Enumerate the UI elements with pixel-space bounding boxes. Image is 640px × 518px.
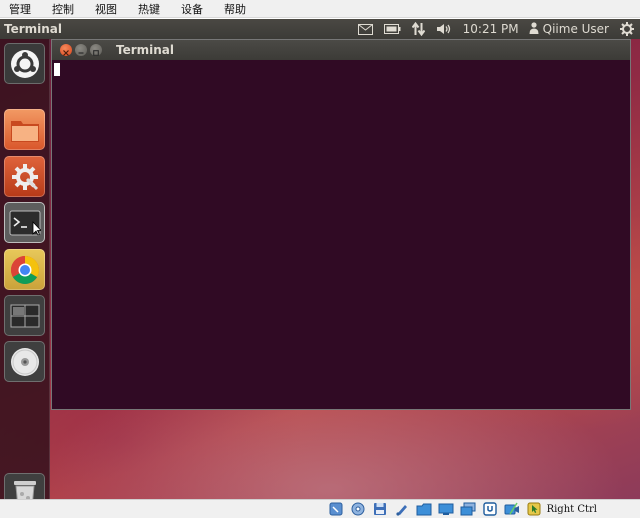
user-icon bbox=[529, 21, 539, 37]
terminal-output-area[interactable] bbox=[52, 60, 630, 409]
trash-icon bbox=[11, 478, 39, 499]
host-key-label: Right Ctrl bbox=[546, 503, 597, 515]
hard-disk-icon[interactable] bbox=[328, 501, 344, 517]
window-close-button[interactable] bbox=[60, 44, 72, 56]
terminal-titlebar[interactable]: Terminal bbox=[52, 40, 630, 60]
shared-folders-icon[interactable] bbox=[438, 501, 454, 517]
launcher-chrome[interactable] bbox=[4, 249, 45, 290]
audio-icon[interactable] bbox=[394, 501, 410, 517]
session-gear-icon[interactable] bbox=[620, 19, 634, 39]
launcher-dvd-drive[interactable] bbox=[4, 341, 45, 382]
workspace-grid-icon bbox=[10, 304, 40, 328]
display-icon[interactable] bbox=[460, 501, 476, 517]
network-transfer-icon[interactable] bbox=[411, 19, 425, 39]
usb-icon[interactable] bbox=[482, 501, 498, 517]
panel-clock[interactable]: 10:21 PM bbox=[463, 22, 519, 36]
disc-icon bbox=[9, 346, 41, 378]
terminal-window: Terminal bbox=[51, 39, 631, 410]
launcher-system-settings[interactable] bbox=[4, 156, 45, 197]
settings-gear-icon bbox=[10, 162, 40, 192]
window-minimize-button[interactable] bbox=[75, 44, 87, 56]
launcher-dash-home[interactable] bbox=[4, 43, 45, 84]
host-menu-manage[interactable]: 管理 bbox=[9, 1, 31, 17]
floppy-icon[interactable] bbox=[372, 501, 388, 517]
launcher-workspace-switcher[interactable] bbox=[4, 295, 45, 336]
close-icon bbox=[63, 41, 69, 60]
terminal-window-title: Terminal bbox=[116, 43, 175, 57]
network-icon[interactable] bbox=[416, 501, 432, 517]
recording-icon[interactable] bbox=[504, 501, 520, 517]
mail-icon[interactable] bbox=[357, 19, 373, 39]
optical-drive-icon[interactable] bbox=[350, 501, 366, 517]
launcher-trash[interactable] bbox=[4, 473, 45, 499]
guest-desktop: Terminal 10:21 PM Qiime User Terminal bbox=[0, 19, 640, 499]
host-statusbar: Right Ctrl bbox=[0, 499, 640, 518]
volume-icon[interactable] bbox=[436, 19, 452, 39]
panel-app-title: Terminal bbox=[4, 22, 63, 36]
battery-icon[interactable] bbox=[383, 19, 401, 39]
user-menu[interactable]: Qiime User bbox=[529, 21, 609, 37]
top-panel: Terminal 10:21 PM Qiime User bbox=[0, 19, 640, 39]
launcher-files[interactable] bbox=[4, 109, 45, 150]
host-menu-devices[interactable]: 设备 bbox=[181, 1, 203, 17]
folder-icon bbox=[10, 117, 40, 143]
terminal-app-icon bbox=[9, 210, 41, 236]
text-cursor bbox=[54, 63, 60, 76]
chrome-icon bbox=[9, 254, 41, 286]
ubuntu-logo-icon bbox=[9, 48, 41, 80]
host-menu-view[interactable]: 视图 bbox=[95, 1, 117, 17]
mouse-integration-icon[interactable] bbox=[526, 501, 542, 517]
unity-launcher bbox=[0, 39, 50, 499]
user-name: Qiime User bbox=[542, 22, 609, 36]
host-menu-help[interactable]: 帮助 bbox=[224, 1, 246, 17]
host-menu-hotkeys[interactable]: 热键 bbox=[138, 1, 160, 17]
maximize-icon bbox=[93, 41, 99, 60]
window-maximize-button[interactable] bbox=[90, 44, 102, 56]
host-menubar: 管理 控制 视图 热键 设备 帮助 bbox=[0, 0, 640, 18]
minimize-icon bbox=[78, 41, 84, 60]
launcher-terminal[interactable] bbox=[4, 202, 45, 243]
host-menu-control[interactable]: 控制 bbox=[52, 1, 74, 17]
